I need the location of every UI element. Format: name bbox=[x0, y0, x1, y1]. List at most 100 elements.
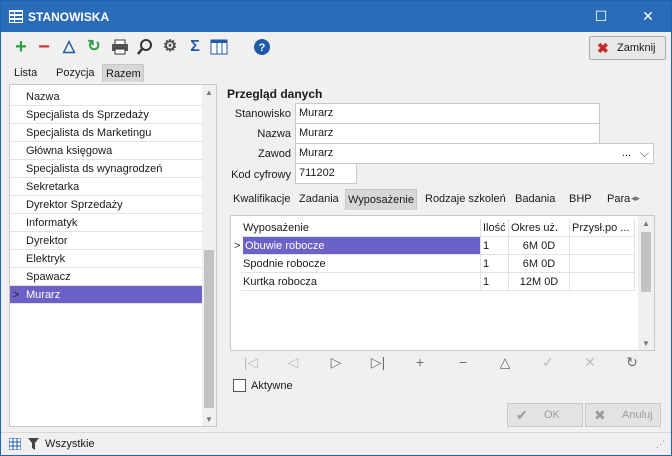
row-pointer-icon: > bbox=[13, 289, 20, 301]
table-cell[interactable] bbox=[570, 273, 635, 291]
table-scrollbar[interactable]: ▲ ▼ bbox=[638, 216, 654, 350]
edit-record-icon[interactable]: △ bbox=[496, 354, 514, 371]
next-record-icon[interactable]: ▷ bbox=[327, 354, 345, 371]
post-record-icon[interactable]: ✓ bbox=[539, 354, 557, 371]
tab-zadania[interactable]: Zadania bbox=[297, 189, 341, 210]
detail-tabs: Kwalifikacje Zadania Wyposażenie Rodzaje… bbox=[227, 189, 655, 210]
list-scrollbar[interactable]: ▲ ▼ bbox=[202, 85, 216, 426]
stanowisko-field[interactable]: Murarz bbox=[295, 103, 600, 124]
scroll-thumb[interactable] bbox=[641, 232, 651, 292]
list-item[interactable]: Główna księgowa bbox=[10, 142, 203, 160]
last-record-icon[interactable]: ▷| bbox=[369, 354, 387, 371]
settings-icon[interactable]: ⚙ bbox=[161, 38, 179, 56]
app-icon bbox=[9, 10, 23, 23]
toolbar: + − △ ↻ ⚙ Σ ? bbox=[1, 32, 671, 62]
sum-icon[interactable]: Σ bbox=[186, 38, 204, 56]
column-header[interactable]: Okres uż. bbox=[509, 219, 570, 237]
scroll-thumb[interactable] bbox=[204, 250, 214, 408]
cancel-label: Anuluj bbox=[622, 409, 653, 421]
resize-grip-icon[interactable]: ⋰ bbox=[656, 439, 665, 450]
cancel-record-icon[interactable]: ✕ bbox=[581, 354, 599, 371]
list-item[interactable]: Specjalista ds wynagrodzeń bbox=[10, 160, 203, 178]
table-cell[interactable]: Obuwie robocze bbox=[243, 237, 481, 255]
table-cell[interactable] bbox=[570, 255, 635, 273]
help-icon[interactable]: ? bbox=[253, 38, 271, 56]
prev-record-icon[interactable]: ◁ bbox=[284, 354, 302, 371]
zawod-field[interactable]: Murarz ... ⌵ bbox=[295, 143, 654, 164]
list-item[interactable]: Informatyk bbox=[10, 214, 203, 232]
tab-scroll-arrows[interactable]: ◂▸ bbox=[631, 193, 651, 207]
tab-wyposazenie[interactable]: Wyposażenie bbox=[345, 189, 417, 210]
kod-cyfrowy-label: Kod cyfrowy bbox=[231, 169, 291, 181]
window-close-button[interactable]: ✕ bbox=[625, 1, 671, 32]
stanowisko-label: Stanowisko bbox=[234, 108, 291, 120]
table-cell[interactable] bbox=[570, 237, 635, 255]
aktywne-label: Aktywne bbox=[251, 380, 293, 392]
list-item[interactable]: Spawacz bbox=[10, 268, 203, 286]
search-icon[interactable] bbox=[136, 38, 154, 56]
nazwa-field[interactable]: Murarz bbox=[295, 123, 600, 144]
tab-para[interactable]: Para bbox=[605, 189, 632, 210]
list-item[interactable]: Dyrektor bbox=[10, 232, 203, 250]
tab-rodzaje-szkolen[interactable]: Rodzaje szkoleń bbox=[423, 189, 508, 210]
refresh-icon[interactable]: ↻ bbox=[85, 38, 103, 56]
scroll-up-icon[interactable]: ▲ bbox=[205, 88, 213, 97]
columns-icon[interactable] bbox=[210, 38, 228, 56]
tab-kwalifikacje[interactable]: Kwalifikacje bbox=[231, 189, 292, 210]
scroll-down-icon[interactable]: ▼ bbox=[205, 415, 213, 424]
chevron-down-icon[interactable]: ⌵ bbox=[640, 146, 649, 161]
ok-label: OK bbox=[544, 409, 560, 421]
row-pointer-icon: > bbox=[234, 240, 241, 252]
table-cell[interactable]: Kurtka robocza bbox=[241, 273, 481, 291]
first-record-icon[interactable]: |◁ bbox=[242, 354, 260, 371]
table-cell[interactable]: 6M 0D bbox=[509, 237, 570, 255]
table-cell[interactable]: 1 bbox=[481, 237, 509, 255]
status-bar: Wszystkie ⋰ bbox=[1, 432, 671, 455]
filter-funnel-icon[interactable] bbox=[28, 438, 39, 450]
list-item-selected[interactable]: Murarz bbox=[10, 286, 203, 304]
table-cell[interactable]: 1 bbox=[481, 273, 509, 291]
aktywne-checkbox[interactable] bbox=[233, 379, 246, 392]
list-item[interactable]: Specjalista ds Marketingu bbox=[10, 124, 203, 142]
add-icon[interactable]: + bbox=[12, 37, 30, 57]
column-header[interactable]: Przysł.po ... bbox=[570, 219, 635, 237]
table-cell[interactable]: 12M 0D bbox=[509, 273, 570, 291]
tab-pozycja[interactable]: Pozycja bbox=[53, 64, 98, 82]
tab-badania[interactable]: Badania bbox=[513, 189, 557, 210]
insert-record-icon[interactable]: + bbox=[411, 354, 429, 370]
list-item[interactable]: Elektryk bbox=[10, 250, 203, 268]
kod-cyfrowy-field[interactable]: 711202 bbox=[295, 163, 357, 184]
list-item[interactable]: Specjalista ds Sprzedaży bbox=[10, 106, 203, 124]
ok-button[interactable]: ✔ OK bbox=[507, 403, 583, 427]
column-header[interactable]: Wyposażenie bbox=[241, 219, 481, 237]
grid-icon[interactable] bbox=[9, 438, 21, 450]
window-title: STANOWISKA bbox=[28, 10, 110, 24]
cancel-button[interactable]: ✖ Anuluj bbox=[585, 403, 661, 427]
zawod-value: Murarz bbox=[299, 147, 334, 159]
remove-icon[interactable]: − bbox=[35, 37, 53, 57]
positions-list: Nazwa Specjalista ds Sprzedaży Specjalis… bbox=[9, 84, 217, 427]
tab-lista[interactable]: Lista bbox=[11, 64, 40, 82]
refresh-record-icon[interactable]: ↻ bbox=[623, 354, 641, 371]
list-item-label: Murarz bbox=[26, 289, 61, 301]
title-bar: STANOWISKA ☐ ✕ bbox=[1, 1, 671, 32]
tab-razem[interactable]: Razem bbox=[102, 64, 144, 82]
column-header[interactable]: Ilość bbox=[481, 219, 509, 237]
close-x-icon: ✖ bbox=[597, 40, 609, 56]
table-cell[interactable]: Spodnie robocze bbox=[241, 255, 481, 273]
list-header[interactable]: Nazwa bbox=[10, 88, 203, 106]
list-item[interactable]: Sekretarka bbox=[10, 178, 203, 196]
close-button[interactable]: ✖ Zamknij bbox=[589, 36, 666, 60]
close-button-label: Zamknij bbox=[617, 42, 656, 54]
list-item[interactable]: Dyrektor Sprzedaży bbox=[10, 196, 203, 214]
zawod-ellipsis-button[interactable]: ... bbox=[622, 147, 631, 159]
maximize-button[interactable]: ☐ bbox=[578, 1, 624, 32]
scroll-down-icon[interactable]: ▼ bbox=[642, 339, 650, 348]
table-cell[interactable]: 6M 0D bbox=[509, 255, 570, 273]
print-icon[interactable] bbox=[111, 38, 129, 56]
table-cell[interactable]: 1 bbox=[481, 255, 509, 273]
delete-record-icon[interactable]: − bbox=[454, 354, 472, 370]
tab-bhp[interactable]: BHP bbox=[567, 189, 594, 210]
filter-icon[interactable]: △ bbox=[60, 38, 78, 56]
scroll-up-icon[interactable]: ▲ bbox=[642, 219, 650, 228]
